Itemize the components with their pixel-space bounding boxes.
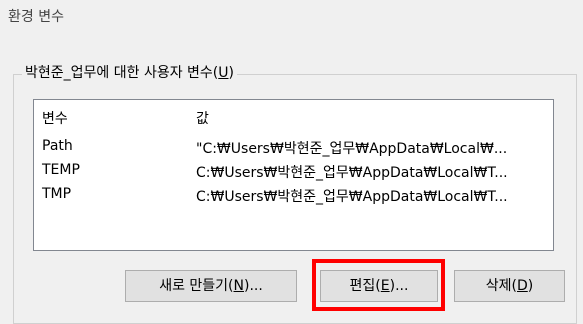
new-button[interactable]: 새로 만들기(N)...: [125, 270, 297, 302]
list-header: 변수 값: [34, 100, 553, 128]
table-row[interactable]: Path "C:₩Users₩박현준_업무₩AppData₩Local₩...: [34, 136, 553, 158]
variable-name: Path: [42, 138, 73, 154]
variable-value: "C:₩Users₩박현준_업무₩AppData₩Local₩...: [196, 141, 508, 157]
user-variables-list[interactable]: 변수 값 Path "C:₩Users₩박현준_업무₩AppData₩Local…: [33, 99, 554, 251]
variable-name: TEMP: [42, 162, 80, 178]
table-row[interactable]: TEMP C:₩Users₩박현준_업무₩AppData₩Local₩T...: [34, 160, 553, 182]
variable-name: TMP: [42, 186, 72, 202]
delete-button[interactable]: 삭제(D): [454, 270, 565, 302]
column-header-variable[interactable]: 변수: [42, 108, 68, 128]
variable-value: C:₩Users₩박현준_업무₩AppData₩Local₩T...: [196, 189, 508, 205]
column-header-value[interactable]: 값: [196, 108, 209, 128]
user-variables-group-label: 박현준_업무에 대한 사용자 변수(U): [22, 62, 237, 82]
variable-value: C:₩Users₩박현준_업무₩AppData₩Local₩T...: [196, 165, 508, 181]
table-row[interactable]: TMP C:₩Users₩박현준_업무₩AppData₩Local₩T...: [34, 184, 553, 206]
edit-button-highlight: [312, 259, 445, 311]
dialog-title: 환경 변수: [8, 9, 64, 25]
